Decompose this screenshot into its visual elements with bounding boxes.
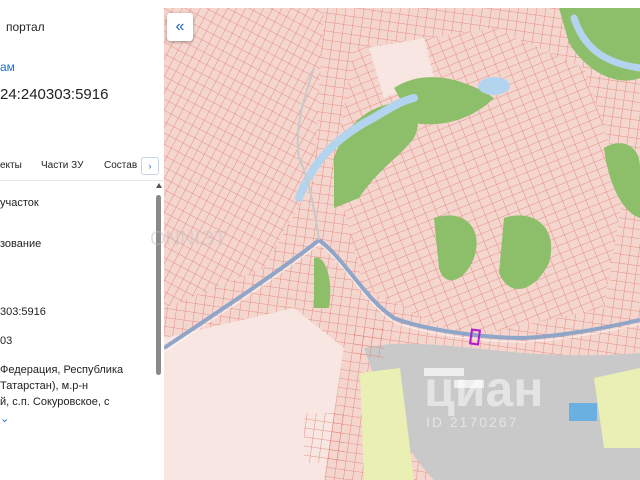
- tab-objects[interactable]: екты: [0, 160, 22, 171]
- tab-parts[interactable]: Части ЗУ: [41, 160, 83, 171]
- field-quarter: 03: [0, 335, 13, 347]
- parcel-cluster: [304, 413, 344, 463]
- panel-scrollbar[interactable]: [155, 183, 163, 473]
- scroll-up-icon[interactable]: [156, 183, 162, 188]
- watermark-id: ID 2170267: [426, 414, 519, 430]
- watermark-left: ONNIЭТ: [150, 228, 227, 250]
- portal-title: портал: [6, 20, 45, 34]
- link-text[interactable]: ам: [0, 60, 15, 74]
- collapse-panel-button[interactable]: «: [167, 13, 193, 41]
- reservoir: [569, 403, 597, 421]
- tab-bar: екты Части ЗУ Состав ›: [0, 150, 164, 181]
- address-line: Татарстан), м.р-н: [0, 380, 89, 392]
- field-type: участок: [0, 197, 39, 209]
- cadastral-map[interactable]: [164, 8, 640, 480]
- pond: [478, 77, 510, 95]
- expand-chevron-icon[interactable]: ⌄: [0, 412, 9, 425]
- scroll-thumb[interactable]: [156, 195, 161, 375]
- watermark-logo: циан: [424, 361, 544, 417]
- cadastral-number: 24:240303:5916: [0, 86, 109, 103]
- tab-composition[interactable]: Состав: [104, 160, 137, 171]
- tabs-next-button[interactable]: ›: [141, 157, 159, 175]
- field-cadastral: 303:5916: [0, 306, 46, 318]
- address-line: й, с.п. Сокуровское, с: [0, 396, 110, 408]
- parcel-cluster: [354, 328, 384, 358]
- address-line: Федерация, Республика: [0, 364, 124, 376]
- field-name: зование: [0, 238, 42, 250]
- info-panel: портал ам 24:240303:5916 екты Части ЗУ С…: [0, 0, 164, 480]
